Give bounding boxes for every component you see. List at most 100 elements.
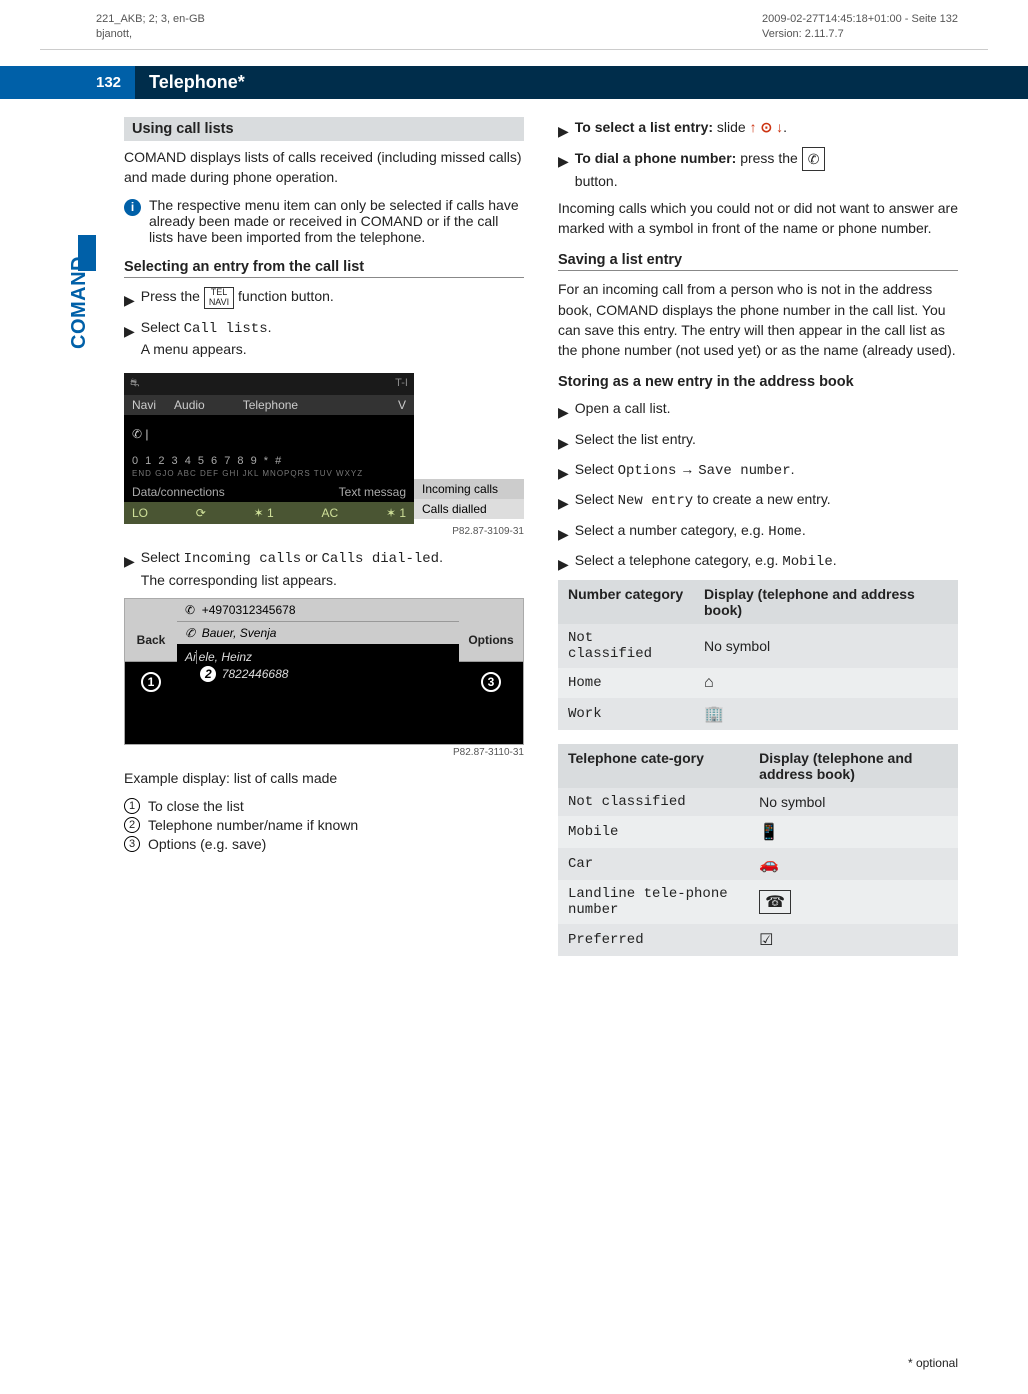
ss-back: Back: [125, 619, 177, 662]
ss-abc: END GJO ABC DEF GHI JKL MNOPQRS TUV WXYZ: [124, 469, 414, 482]
side-label: COMAND: [68, 256, 91, 349]
legend-text: To close the list: [148, 798, 244, 814]
ss-top-number: +4970312345678: [202, 603, 296, 617]
header-rule: [40, 49, 988, 50]
step-to-dial: ▶ To dial a phone number: press the ✆ but…: [558, 147, 958, 192]
step-select-tel-cat: ▶Select a telephone category, e.g. Mobil…: [558, 550, 958, 574]
example-caption: Example display: list of calls made: [124, 768, 524, 788]
legend-num-1: 1: [124, 798, 140, 814]
page-title-bar: 132 Telephone*: [0, 66, 1028, 99]
car-icon: 🚗: [749, 848, 958, 880]
step-text: press the: [736, 150, 801, 166]
landline-icon: ☎: [749, 880, 958, 924]
step-bold: To dial a phone number:: [575, 150, 737, 166]
ss-name: Bauer, Svenja: [202, 626, 277, 640]
step-text: .: [268, 319, 272, 335]
mono-text: Home: [768, 524, 802, 540]
ss-tab: Audio: [174, 398, 205, 412]
circle-3-icon: 3: [481, 672, 501, 692]
step-text: Select: [575, 491, 618, 507]
mobile-icon: 📱: [749, 816, 958, 848]
triangle-icon: ▶: [558, 493, 569, 513]
td-no-symbol: No symbol: [749, 788, 958, 816]
triangle-icon: ▶: [558, 463, 569, 483]
left-column: Using call lists COMAND displays lists o…: [124, 117, 524, 970]
ss-incoming-calls: Incoming calls: [414, 479, 524, 499]
heading-selecting-entry: Selecting an entry from the call list: [124, 259, 524, 278]
step-press-tel: ▶ Press the TELNAVI function button.: [124, 286, 524, 310]
circle-1-icon: 1: [141, 672, 161, 692]
meta-top-left-1: 221_AKB; 2; 3, en-GB: [96, 12, 205, 27]
step-select-call-lists: ▶ Select Call lists. A menu appears.: [124, 317, 524, 360]
triangle-icon: ▶: [558, 151, 569, 171]
circle-2-icon: 2: [198, 664, 218, 684]
step-text: button.: [575, 173, 618, 189]
triangle-icon: ▶: [558, 402, 569, 422]
step-text: Select: [575, 461, 618, 477]
step-select-num-cat: ▶Select a number category, e.g. Home.: [558, 520, 958, 544]
step-text: Select the list entry.: [575, 429, 696, 449]
step-text: Press the: [141, 288, 204, 304]
ss-calls-dialled: Calls dialled: [414, 499, 524, 519]
ss-tab: V: [398, 398, 406, 412]
mono-text: New entry: [618, 493, 694, 509]
step-text: Open a call list.: [575, 398, 671, 418]
meta-top-left-2: bjanott,: [96, 27, 205, 42]
th-tel-category: Telephone cate-gory: [558, 744, 749, 788]
screenshot-call-list: Back 1 ✆ +4970312345678 ✆ Bauer, Svenja …: [124, 598, 524, 745]
step-text: .: [833, 552, 837, 568]
step-select-new-entry: ▶Select New entry to create a new entry.: [558, 489, 958, 513]
td-no-symbol: No symbol: [694, 624, 958, 668]
telephone-category-table: Telephone cate-gory Display (telephone a…: [558, 744, 958, 956]
triangle-icon: ▶: [124, 290, 135, 310]
td-preferred: Preferred: [558, 924, 749, 956]
ss-options: Options: [459, 619, 523, 662]
meta-top-right-1: 2009-02-27T14:45:18+01:00 - Seite 132: [762, 12, 958, 27]
ss-text-msg: Text messag: [269, 482, 414, 502]
td-not-classified: Not classified: [558, 788, 749, 816]
step-text: Select a number category, e.g.: [575, 522, 769, 538]
para-comand-displays: COMAND displays lists of calls received …: [124, 147, 524, 188]
mono-text: Options: [618, 463, 677, 479]
triangle-icon: ▶: [558, 433, 569, 453]
info-icon: i: [124, 199, 141, 216]
ss-ele: ele, Heinz: [199, 650, 252, 664]
mono-text: Save number: [698, 463, 790, 479]
step-text: function button.: [238, 288, 334, 304]
th-number-category: Number category: [558, 580, 694, 624]
step-text: .: [802, 522, 806, 538]
step-text: .: [439, 549, 443, 565]
step-text: .: [791, 461, 795, 477]
para-saving: For an incoming call from a person who i…: [558, 279, 958, 360]
meta-top-right-2: Version: 2.11.7.7: [762, 27, 958, 42]
mono-text: Call lists: [184, 321, 268, 337]
step-to-select-entry: ▶ To select a list entry: slide ↑ ⊙ ↓.: [558, 117, 958, 141]
page-number: 132: [0, 66, 135, 99]
ss-ai: Ai: [185, 650, 196, 664]
phone-button-icon: ✆: [802, 147, 826, 171]
legend-text: Telephone number/name if known: [148, 817, 358, 833]
para-incoming-marked: Incoming calls which you could not or di…: [558, 198, 958, 239]
step-text: Select: [141, 319, 184, 335]
td-home: Home: [558, 668, 694, 698]
td-car: Car: [558, 848, 749, 880]
td-mobile: Mobile: [558, 816, 749, 848]
triangle-icon: ▶: [124, 551, 135, 571]
legend: 1To close the list 2Telephone number/nam…: [124, 798, 524, 852]
mono-text: Incoming calls: [184, 551, 302, 567]
image-id: P82.87-3110-31: [124, 747, 524, 758]
heading-using-call-lists: Using call lists: [124, 117, 524, 141]
step-text: or: [301, 549, 321, 565]
home-icon: ⌂: [694, 668, 958, 698]
slide-icon: ↑ ⊙ ↓: [750, 119, 784, 135]
header-metadata: 221_AKB; 2; 3, en-GB bjanott, 2009-02-27…: [0, 0, 1028, 49]
th-display: Display (telephone and address book): [694, 580, 958, 624]
step-select-list-entry: ▶ Select the list entry.: [558, 429, 958, 453]
triangle-icon: ▶: [558, 554, 569, 574]
phone-icon: ✆: [132, 427, 142, 441]
step-text: The corresponding list appears.: [141, 572, 337, 588]
info-note-text: The respective menu item can only be sel…: [149, 197, 524, 245]
triangle-icon: ▶: [124, 321, 135, 341]
step-bold: To select a list entry:: [575, 119, 713, 135]
number-category-table: Number category Display (telephone and a…: [558, 580, 958, 730]
